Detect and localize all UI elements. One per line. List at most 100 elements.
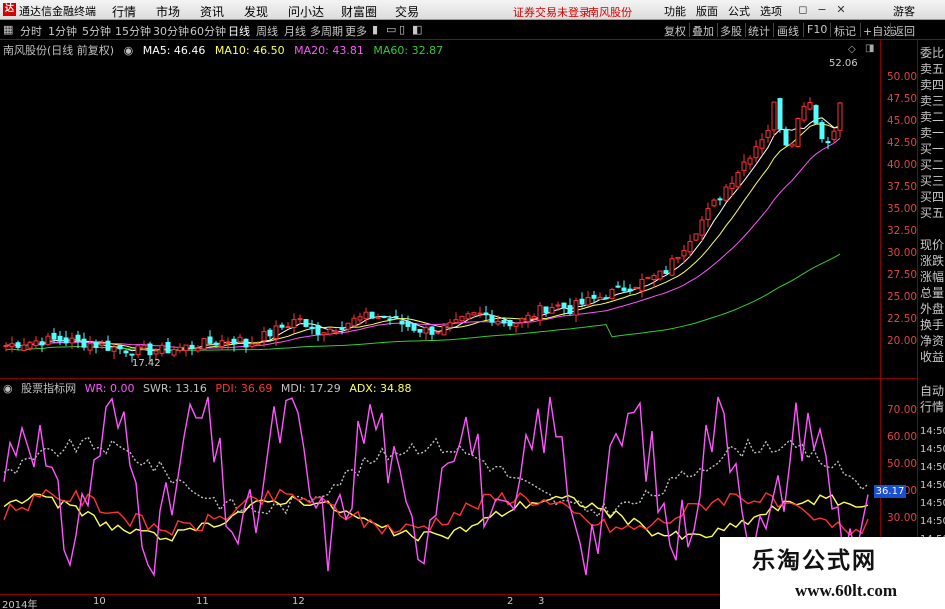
ma10-label: MA10: 46.50 xyxy=(214,44,285,57)
candle-body xyxy=(303,319,309,327)
candle-body xyxy=(69,337,75,344)
tick-time: 14:50 xyxy=(920,498,945,509)
indicator-title[interactable]: 股票指标网 xyxy=(21,382,76,395)
candle-body xyxy=(705,208,711,220)
price-tick: 30.00 xyxy=(887,247,918,259)
tick-time: 14:50 xyxy=(920,426,945,437)
main-chart-title[interactable]: 南风股份(日线 前复权) xyxy=(3,44,114,57)
candle-body xyxy=(465,313,471,320)
candle-body xyxy=(555,304,561,307)
ma5-label: MA5: 46.46 xyxy=(142,44,206,57)
quote-label: 委比 xyxy=(920,46,945,60)
mdi-label: MDI: 17.29 xyxy=(280,382,341,395)
indicator-tick: 60.00 xyxy=(887,431,918,443)
quote-label: 卖二 xyxy=(920,110,945,124)
candle-body xyxy=(837,102,843,131)
candle-body xyxy=(255,343,261,346)
candle-body xyxy=(123,350,129,354)
candle-body xyxy=(795,118,801,147)
gear-icon[interactable]: ◉ xyxy=(124,44,134,57)
candle-body xyxy=(285,326,291,329)
high-price-label: 52.06 xyxy=(829,58,858,69)
candle-body xyxy=(621,287,627,292)
main-chart-legend: 南风股份(日线 前复权) ◉ MA5: 46.46 MA10: 46.50 MA… xyxy=(3,42,449,57)
price-tick: 32.50 xyxy=(887,225,918,237)
watermark-title: 乐淘公式网 xyxy=(752,547,877,574)
candle-body xyxy=(501,320,507,324)
candle-body xyxy=(207,336,213,344)
candle-body xyxy=(381,315,387,319)
quote-tab-auto[interactable]: 自动 xyxy=(920,384,944,399)
candle-body xyxy=(513,323,519,327)
date-tick: 12 xyxy=(292,596,305,607)
candle-body xyxy=(591,294,597,299)
candle-body xyxy=(135,345,141,356)
candle-body xyxy=(375,316,381,319)
candle-body xyxy=(633,286,639,290)
candle-body xyxy=(27,341,33,349)
candle-body xyxy=(813,105,819,124)
diamond-icon[interactable]: ◇ xyxy=(848,44,856,55)
quote-label: 卖一 xyxy=(920,126,945,140)
quote-tab-market[interactable]: 行情 xyxy=(920,400,944,415)
candle-body xyxy=(699,219,705,236)
candle-body xyxy=(357,316,363,321)
candle-body xyxy=(261,331,267,342)
candle-body xyxy=(819,122,825,140)
candle-body xyxy=(717,198,723,201)
candle-body xyxy=(189,344,195,349)
indicator-tick: 30.00 xyxy=(887,512,918,524)
tick-time: 14:50 xyxy=(920,444,945,455)
indicator-tick: 50.00 xyxy=(887,458,918,470)
quote-label: 卖三 xyxy=(920,94,945,108)
date-tick: 3 xyxy=(538,596,545,607)
candle-body xyxy=(345,322,351,330)
panel-toggle-icon[interactable]: ◨ xyxy=(865,43,874,54)
ma10-line xyxy=(5,123,841,351)
price-tick: 25.00 xyxy=(887,291,918,303)
tick-time: 14:50 xyxy=(920,516,945,527)
swr-label: SWR: 13.16 xyxy=(143,382,207,395)
candle-body xyxy=(225,341,231,344)
wr-label: WR: 0.00 xyxy=(84,382,135,395)
low-price-label: 17.42 xyxy=(132,358,161,369)
candle-body xyxy=(603,297,609,300)
price-tick: 40.00 xyxy=(887,159,918,171)
candle-body xyxy=(627,288,633,292)
quote-strip: 委比 卖五 卖四 卖三 卖二 卖一 买一 买二 买三 买四 买五 现价 涨跌 涨… xyxy=(918,40,945,609)
candle-body xyxy=(711,199,717,207)
watermark-url: www.60lt.com xyxy=(795,581,897,600)
quote-label: 收益 xyxy=(920,350,945,364)
candle-body xyxy=(783,129,789,146)
quote-label: 买三 xyxy=(920,174,945,188)
candle-body xyxy=(3,345,9,348)
candle-body xyxy=(567,305,573,315)
price-tick: 45.00 xyxy=(887,115,918,127)
indicator-legend: ◉ 股票指标网 WR: 0.00 SWR: 13.16 PDI: 36.69 M… xyxy=(3,380,417,395)
pane-divider xyxy=(0,378,918,379)
gear-icon[interactable]: ◉ xyxy=(3,382,13,395)
quote-label: 卖四 xyxy=(920,78,945,92)
candle-body xyxy=(159,344,165,354)
candle-body xyxy=(333,330,339,333)
candle-body xyxy=(477,312,483,315)
date-tick: 10 xyxy=(93,596,106,607)
candle-body xyxy=(165,341,171,354)
ma60-line xyxy=(5,253,841,351)
kline-chart[interactable] xyxy=(0,0,945,609)
candle-body xyxy=(537,305,543,321)
candle-body xyxy=(21,344,27,351)
candle-body xyxy=(153,350,159,355)
candle-body xyxy=(459,315,465,322)
candle-body xyxy=(663,270,669,274)
candle-body xyxy=(321,332,327,336)
date-tick: 2014年 xyxy=(2,600,38,609)
candle-body xyxy=(9,343,15,348)
candle-body xyxy=(249,343,255,347)
candle-body xyxy=(441,325,447,336)
candle-body xyxy=(519,318,525,323)
candle-body xyxy=(99,343,105,346)
candle-body xyxy=(423,327,429,334)
quote-label: 外盘 xyxy=(920,302,945,316)
pdi-label: PDI: 36.69 xyxy=(215,382,273,395)
